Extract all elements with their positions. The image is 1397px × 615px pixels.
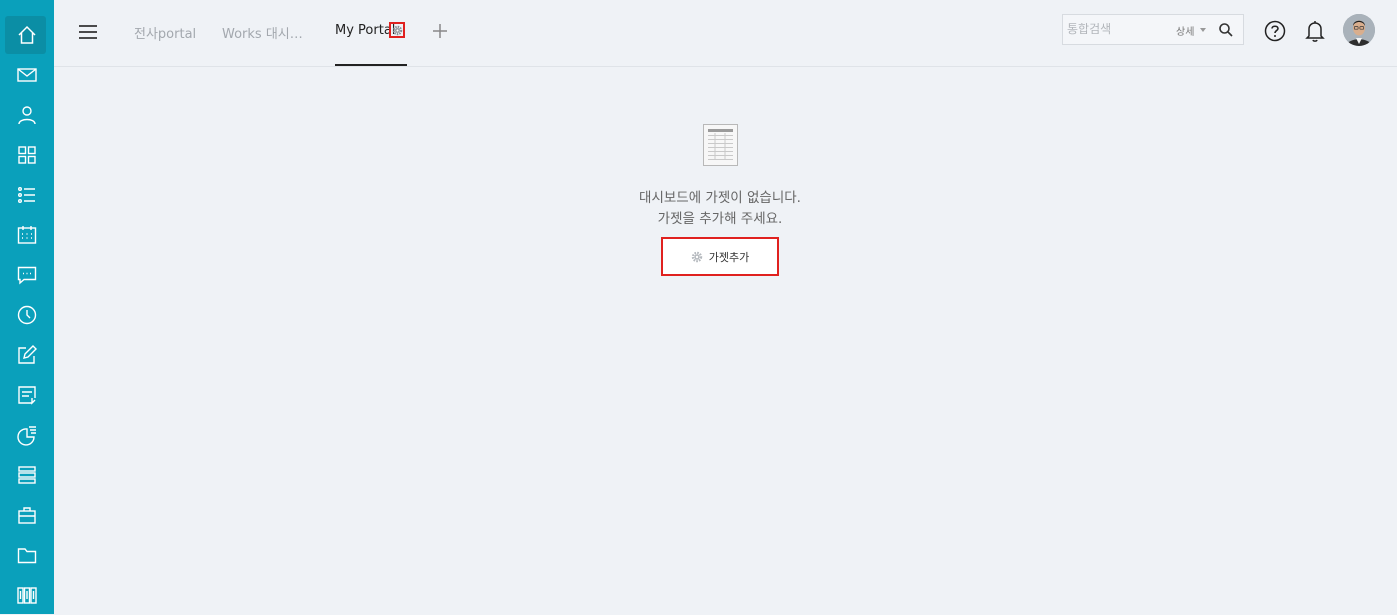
folder-icon: [17, 548, 37, 564]
sidebar-item-chat[interactable]: [0, 255, 54, 295]
user-photo-icon: [1343, 14, 1375, 46]
search-detail-toggle[interactable]: 상세: [1176, 23, 1194, 38]
add-gadget-button[interactable]: 가젯추가: [661, 237, 779, 276]
portal-settings-button[interactable]: [389, 22, 405, 38]
sidebar: [0, 0, 54, 614]
tab-my-portal[interactable]: My Portal: [335, 23, 395, 38]
search-input[interactable]: [1067, 20, 1167, 38]
tab-works-dashboard[interactable]: Works 대시…: [222, 23, 303, 42]
empty-message-title: 대시보드에 가젯이 없습니다.: [639, 190, 801, 206]
sidebar-item-clock[interactable]: [0, 295, 54, 335]
briefcase-icon: [18, 507, 36, 524]
sidebar-item-briefcase[interactable]: [0, 495, 54, 535]
library-icon: [17, 587, 37, 604]
empty-dashboard-icon: [703, 124, 738, 166]
contacts-icon: [18, 106, 36, 125]
add-gadget-label: 가젯추가: [708, 250, 750, 264]
board-icon: [18, 386, 36, 405]
help-icon[interactable]: [1264, 20, 1286, 42]
sidebar-item-mail[interactable]: [0, 55, 54, 95]
empty-message-subtitle: 가젯을 추가해 주세요.: [657, 211, 783, 227]
sidebar-item-edit[interactable]: [0, 335, 54, 375]
sidebar-item-board[interactable]: [0, 375, 54, 415]
sidebar-item-database[interactable]: [0, 455, 54, 495]
clock-icon: [17, 305, 37, 325]
menu-icon[interactable]: [78, 22, 98, 42]
search-icon[interactable]: [1218, 22, 1234, 38]
chevron-down-icon: [1200, 28, 1206, 32]
sidebar-item-contacts[interactable]: [0, 95, 54, 135]
bell-icon[interactable]: [1304, 19, 1326, 43]
avatar[interactable]: [1343, 14, 1375, 46]
sidebar-item-apps[interactable]: [0, 135, 54, 175]
active-tab-indicator: [335, 64, 407, 66]
chat-icon: [17, 266, 37, 285]
apps-icon: [18, 146, 36, 164]
gear-icon: [691, 251, 702, 262]
database-icon: [18, 466, 36, 484]
sidebar-item-library[interactable]: [0, 575, 54, 615]
home-icon: [18, 25, 36, 44]
add-tab-icon[interactable]: [431, 22, 449, 40]
search-box: 상세: [1062, 14, 1244, 45]
gear-icon: [392, 25, 402, 35]
report-icon: [17, 426, 36, 446]
edit-icon: [18, 345, 37, 364]
sidebar-item-report[interactable]: [0, 415, 54, 455]
tab-company-portal[interactable]: 전사portal: [134, 23, 196, 42]
calendar-icon: [17, 226, 37, 244]
mail-icon: [17, 68, 37, 82]
sidebar-item-home[interactable]: [0, 15, 54, 55]
top-bar: 전사portal Works 대시… My Portal 상세: [54, 0, 1397, 67]
sidebar-item-folder[interactable]: [0, 535, 54, 575]
